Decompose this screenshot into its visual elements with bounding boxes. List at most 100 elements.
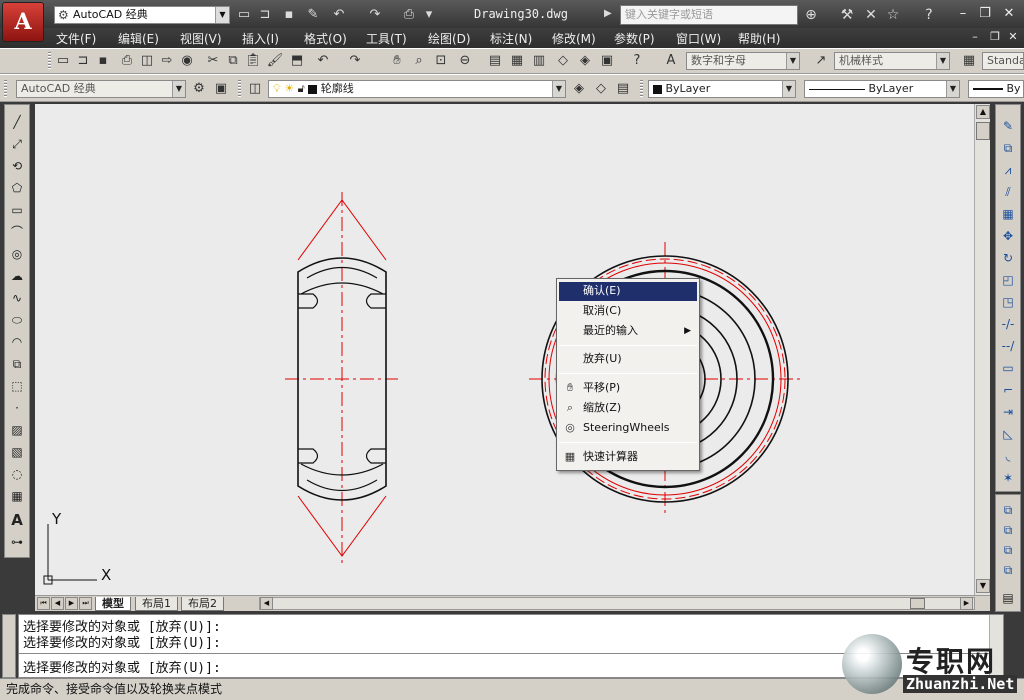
bring-to-front-icon[interactable]: ⧉: [999, 501, 1017, 519]
dim-style-icon[interactable]: ↗: [812, 52, 830, 70]
help-icon[interactable]: ?: [628, 52, 646, 70]
application-menu-button[interactable]: A: [2, 2, 44, 42]
doc-minimize-button[interactable]: –: [968, 30, 982, 44]
workspace-select[interactable]: AutoCAD 经典 ▼: [16, 80, 186, 98]
command-prompt-line[interactable]: 选择要修改的对象或 [放弃(U)]:: [23, 657, 221, 676]
ellipse-arc-icon[interactable]: ◠: [8, 333, 26, 351]
drawing-canvas[interactable]: Y X: [35, 104, 974, 595]
ctx-item-zoom[interactable]: ⌕ 缩放(Z): [559, 399, 697, 418]
subscription-key-icon[interactable]: ⚒: [838, 6, 856, 24]
workspace-selector[interactable]: ⚙ AutoCAD 经典 ▼: [54, 6, 230, 24]
close-button[interactable]: ✕: [998, 5, 1020, 23]
block-editor-icon[interactable]: ⬒: [288, 52, 306, 70]
fillet-icon[interactable]: ◟: [999, 447, 1017, 465]
ctx-item-confirm[interactable]: 确认(E): [559, 282, 697, 301]
table-style-select[interactable]: Standa: [982, 52, 1024, 70]
quickcalc-icon[interactable]: ▣: [598, 52, 616, 70]
menu-insert[interactable]: 插入(I): [242, 30, 279, 47]
open-folder-icon[interactable]: ⊐: [256, 6, 274, 24]
communication-center-icon[interactable]: ✕: [862, 6, 880, 24]
extend-icon[interactable]: --/: [999, 337, 1017, 355]
pan-realtime-icon[interactable]: ✋︎: [388, 52, 406, 70]
redo-icon[interactable]: ↷: [346, 52, 364, 70]
hatch-icon[interactable]: ▨: [8, 421, 26, 439]
copy-object-icon[interactable]: ⧉: [999, 139, 1017, 157]
menu-window[interactable]: 窗口(W): [676, 30, 721, 47]
line-icon[interactable]: ╱: [8, 113, 26, 131]
break-icon[interactable]: ⌐: [999, 381, 1017, 399]
stretch-icon[interactable]: ◳: [999, 293, 1017, 311]
favorites-star-icon[interactable]: ☆: [884, 6, 902, 24]
ellipse-icon[interactable]: ⬭: [8, 311, 26, 329]
next-tab-icon[interactable]: ▶: [65, 597, 78, 610]
markup-icon[interactable]: ◈: [576, 52, 594, 70]
zoom-window-icon[interactable]: ⊡: [432, 52, 450, 70]
polyline-icon[interactable]: ⟲: [8, 157, 26, 175]
ctx-item-cancel[interactable]: 取消(C): [559, 302, 697, 321]
spline-icon[interactable]: ∿: [8, 289, 26, 307]
scroll-thumb[interactable]: [976, 122, 990, 140]
trim-icon[interactable]: -/-: [999, 315, 1017, 333]
match-properties-icon[interactable]: 🖌︎: [266, 52, 284, 70]
last-tab-icon[interactable]: ⏭: [79, 597, 92, 610]
menu-tools[interactable]: 工具(T): [366, 30, 407, 47]
make-current-layer-icon[interactable]: ◈: [570, 80, 588, 98]
circle-icon[interactable]: ◎: [8, 245, 26, 263]
maximize-button[interactable]: ❐: [974, 5, 996, 23]
linetype-select[interactable]: ByLayer ▼: [804, 80, 960, 98]
zoom-previous-icon[interactable]: ⊖: [456, 52, 474, 70]
horizontal-scrollbar[interactable]: ◀ ▶: [259, 597, 975, 610]
insert-block-icon[interactable]: ⧉: [8, 355, 26, 373]
scroll-up-icon[interactable]: ▲: [976, 105, 990, 119]
sheet-set-icon[interactable]: ◇: [554, 52, 572, 70]
workspace-icon[interactable]: ▣: [212, 80, 230, 98]
send-to-back-icon[interactable]: ⧉: [999, 521, 1017, 539]
tool-palettes-icon[interactable]: ▥: [530, 52, 548, 70]
add-selected-icon[interactable]: ⊶: [8, 533, 26, 551]
publish-icon[interactable]: ⇨: [158, 52, 176, 70]
tab-layout2[interactable]: 布局2: [181, 597, 224, 611]
layer-state-icon[interactable]: ▤: [614, 80, 632, 98]
title-more-icon[interactable]: ▶: [604, 8, 612, 19]
text-style-select[interactable]: 数字和字母 ▼: [686, 52, 800, 70]
layer-properties-icon[interactable]: ◫: [246, 80, 264, 98]
menu-format[interactable]: 格式(O): [304, 30, 347, 47]
open-icon[interactable]: ⊐: [74, 52, 92, 70]
undo-icon[interactable]: ↶: [314, 52, 332, 70]
help-icon[interactable]: ?: [920, 6, 938, 24]
menu-modify[interactable]: 修改(M): [552, 30, 596, 47]
toolbar-grip[interactable]: [640, 80, 643, 98]
toolbar-grip[interactable]: [4, 80, 7, 98]
explode-icon[interactable]: ✶: [999, 469, 1017, 487]
construction-line-icon[interactable]: ⤢: [8, 135, 26, 153]
menu-parametric[interactable]: 参数(P): [614, 30, 655, 47]
redo-icon[interactable]: ↷: [366, 6, 384, 24]
doc-close-button[interactable]: ✕: [1006, 30, 1020, 44]
minimize-button[interactable]: –: [952, 5, 974, 23]
lineweight-select[interactable]: By: [968, 80, 1024, 98]
save-icon[interactable]: ▪: [94, 52, 112, 70]
3d-dwf-icon[interactable]: ◉: [178, 52, 196, 70]
chamfer-icon[interactable]: ◺: [999, 425, 1017, 443]
text-above-icon[interactable]: ▤: [999, 589, 1017, 607]
erase-icon[interactable]: ✎: [999, 117, 1017, 135]
menu-view[interactable]: 视图(V): [180, 30, 222, 47]
menu-dimension[interactable]: 标注(N): [490, 30, 532, 47]
menu-file[interactable]: 文件(F): [56, 30, 96, 47]
command-window-grip[interactable]: [2, 614, 16, 678]
point-icon[interactable]: ·: [8, 399, 26, 417]
prev-tab-icon[interactable]: ◀: [51, 597, 64, 610]
plot-preview-icon[interactable]: ◫: [138, 52, 156, 70]
workspace-settings-icon[interactable]: ⚙: [190, 80, 208, 98]
ctx-item-pan[interactable]: ✋︎ 平移(P): [559, 379, 697, 398]
first-tab-icon[interactable]: ⏮: [37, 597, 50, 610]
ctx-item-quickcalc[interactable]: ▦ 快速计算器: [559, 448, 697, 467]
ctx-item-steeringwheels[interactable]: ◎ SteeringWheels: [559, 419, 697, 438]
menu-help[interactable]: 帮助(H): [738, 30, 780, 47]
toolbar-grip[interactable]: [48, 52, 51, 70]
polygon-icon[interactable]: ⬠: [8, 179, 26, 197]
new-file-icon[interactable]: ▭: [235, 6, 253, 24]
save-as-icon[interactable]: ✎: [304, 6, 322, 24]
copy-icon[interactable]: ⧉: [224, 52, 242, 70]
properties-icon[interactable]: ▤: [486, 52, 504, 70]
